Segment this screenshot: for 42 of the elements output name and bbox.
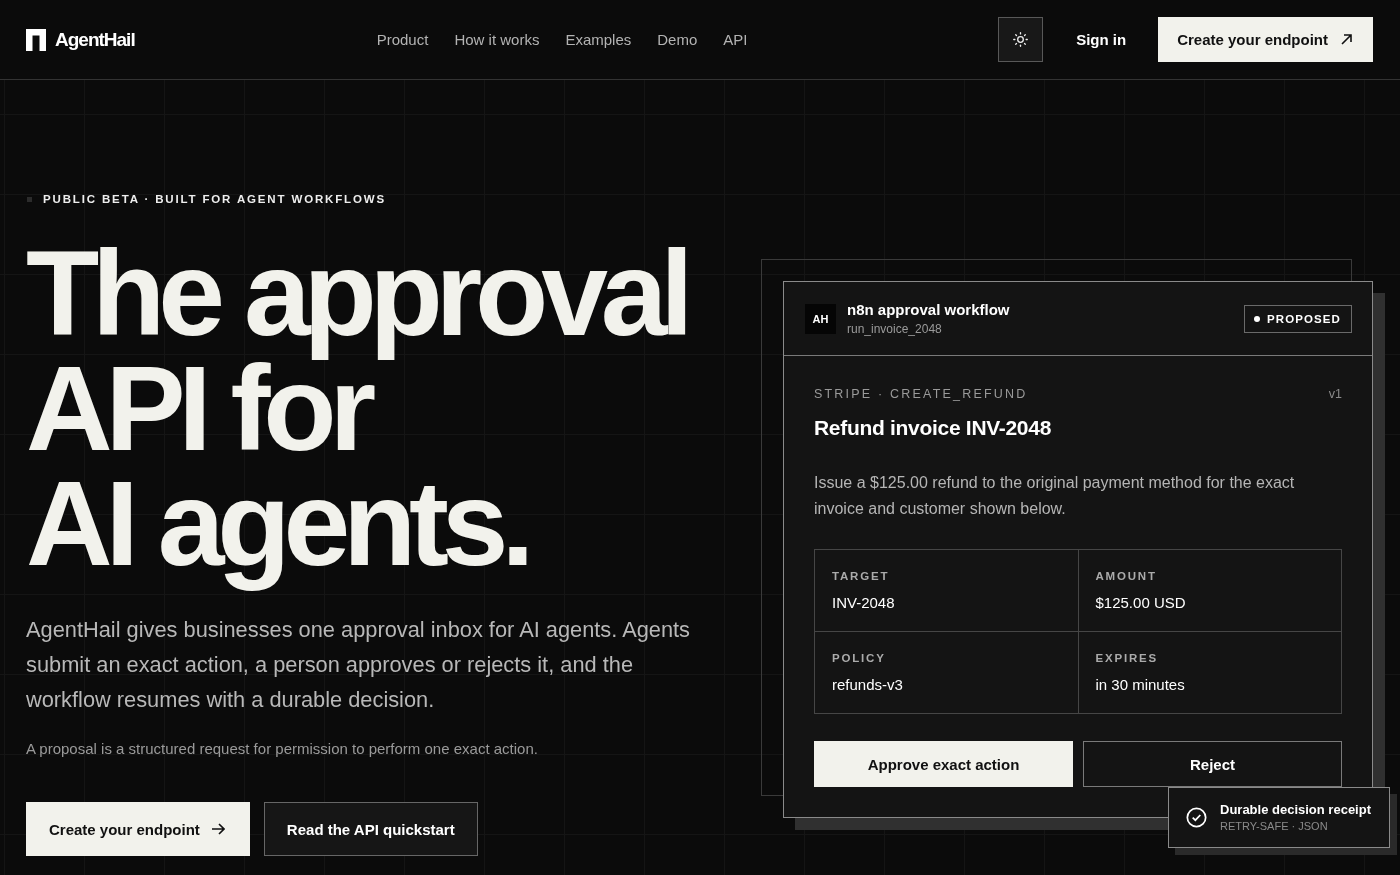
brand-name[interactable]: AgentHail — [55, 28, 135, 51]
detail-value: $125.00 USD — [1095, 593, 1187, 613]
nav-link[interactable]: How it works — [454, 31, 540, 48]
avatar-badge: AH — [805, 303, 836, 334]
toast-title: Durable decision receipt — [1220, 802, 1371, 818]
sign-in-link[interactable]: Sign in — [1076, 31, 1127, 48]
detail-label: TARGET — [832, 569, 891, 583]
nav-link[interactable]: Product — [376, 31, 429, 48]
status-label: PROPOSED — [1267, 312, 1341, 325]
sun-icon — [1013, 32, 1029, 47]
version-label: v1 — [1328, 386, 1342, 402]
create-endpoint-button[interactable]: Create your endpoint — [1158, 17, 1373, 62]
detail-value: INV-2048 — [832, 593, 896, 613]
secondary-cta-button[interactable]: Read the API quickstart — [263, 802, 478, 856]
theme-toggle-button[interactable] — [998, 17, 1044, 62]
hero-description: AgentHail gives businesses one approval inbox for AI agents. Agents submit an exact action, a person approves or rejects it, and the workflow resumes with a durable decision. — [26, 616, 692, 714]
nav-link[interactable]: API — [723, 31, 748, 48]
nav-link[interactable]: Demo — [657, 31, 698, 48]
reject-button[interactable]: Reject — [1083, 741, 1342, 787]
detail-value: in 30 minutes — [1095, 675, 1186, 695]
detail-value: refunds-v3 — [832, 675, 904, 695]
check-circle-icon — [1186, 807, 1207, 828]
nav-link[interactable]: Examples — [565, 31, 632, 48]
workflow-title: n8n approval workflow — [847, 301, 1010, 319]
logo-icon[interactable] — [26, 28, 46, 51]
arrow-up-right-icon — [1341, 34, 1352, 45]
proposal-description: Issue a $125.00 refund to the original payment method for the exact invoice and customer shown below. — [814, 473, 1296, 519]
hero-headline: The approval API for AI agents. — [26, 236, 695, 593]
run-id: run_invoice_2048 — [847, 322, 943, 336]
eyebrow-label: PUBLIC BETA · BUILT FOR AGENT WORKFLOWS — [43, 192, 386, 206]
bullet-icon — [27, 196, 32, 202]
primary-cta-button[interactable]: Create your endpoint — [26, 802, 250, 856]
detail-label: POLICY — [832, 651, 887, 665]
arrow-right-icon — [211, 823, 225, 835]
hero-note: A proposal is a structured request for permission to perform one exact action. — [26, 739, 539, 759]
detail-label: AMOUNT — [1095, 569, 1158, 583]
toast-subtitle: RETRY-SAFE · JSON — [1220, 820, 1329, 833]
status-dot-icon — [1254, 315, 1260, 322]
action-label: STRIPE · CREATE_REFUND — [814, 386, 1028, 402]
detail-label: EXPIRES — [1095, 651, 1159, 665]
approve-button[interactable]: Approve exact action — [814, 741, 1073, 787]
proposal-heading: Refund invoice INV-2048 — [814, 415, 1052, 441]
